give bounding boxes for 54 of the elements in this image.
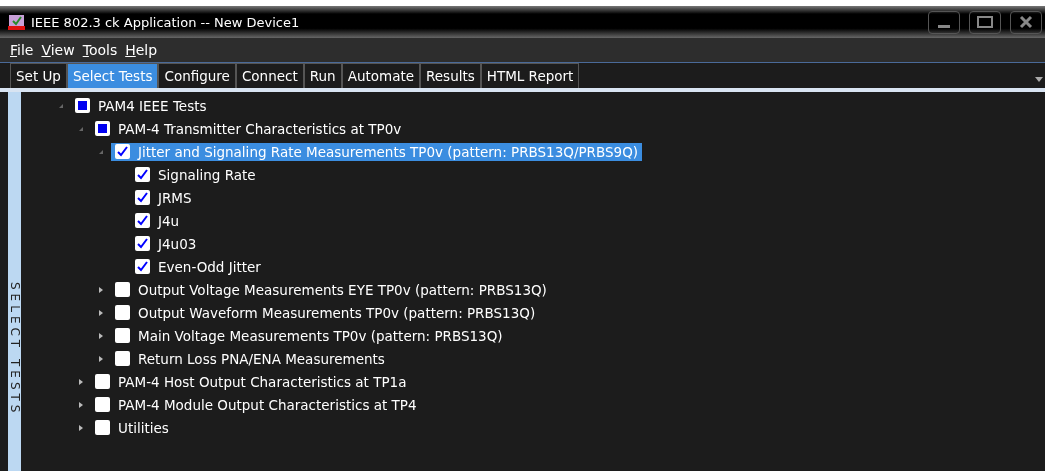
checkbox[interactable] bbox=[95, 420, 110, 435]
app-icon bbox=[8, 14, 25, 30]
checkbox[interactable] bbox=[115, 282, 130, 297]
tab[interactable]: Set Up bbox=[10, 63, 67, 88]
close-button[interactable] bbox=[1010, 10, 1042, 34]
tree-item[interactable]: PAM-4 Transmitter Characteristics at TP0v bbox=[91, 119, 406, 138]
checkbox[interactable] bbox=[95, 374, 110, 389]
expand-arrow-icon[interactable] bbox=[98, 331, 104, 340]
tree-item[interactable]: Output Voltage Measurements EYE TP0v (pattern: PRBS13Q) bbox=[111, 280, 551, 299]
tab[interactable]: Run bbox=[303, 63, 342, 88]
maximize-button[interactable] bbox=[969, 10, 1001, 34]
menu-item[interactable]: Tools bbox=[82, 42, 118, 58]
tab[interactable]: Connect bbox=[235, 63, 304, 88]
tree-item[interactable]: Main Voltage Measurements TP0v (pattern: PRBS13Q) bbox=[111, 326, 507, 345]
expand-arrow-icon[interactable] bbox=[78, 423, 84, 432]
caret-icon[interactable] bbox=[1035, 77, 1043, 82]
expand-arrow-icon[interactable] bbox=[78, 377, 84, 386]
tab[interactable]: HTML Report bbox=[480, 63, 580, 88]
checkbox[interactable] bbox=[115, 305, 130, 320]
tab[interactable]: Configure bbox=[158, 63, 236, 88]
checkbox[interactable] bbox=[115, 144, 130, 159]
tree-item[interactable]: J4u bbox=[131, 211, 184, 230]
menu-item[interactable]: File bbox=[10, 42, 34, 58]
checkbox[interactable] bbox=[135, 190, 150, 205]
tree-item[interactable]: J4u03 bbox=[131, 234, 201, 253]
tree-item[interactable]: Signaling Rate bbox=[131, 165, 260, 184]
expand-arrow-icon[interactable] bbox=[98, 285, 104, 294]
checkbox[interactable] bbox=[135, 259, 150, 274]
tree-item[interactable]: PAM4 IEEE Tests bbox=[71, 96, 211, 115]
side-label: SELECT TESTS bbox=[7, 282, 22, 419]
tab[interactable]: Automate bbox=[341, 63, 420, 88]
close-icon[interactable] bbox=[1019, 15, 1033, 29]
tree-item[interactable]: PAM-4 Module Output Characteristics at TP4 bbox=[91, 395, 421, 414]
checkbox[interactable] bbox=[115, 351, 130, 366]
minimize-button[interactable] bbox=[928, 10, 960, 34]
tree-item[interactable]: Utilities bbox=[91, 418, 173, 437]
tree-item[interactable]: JRMS bbox=[131, 188, 196, 207]
tree-item[interactable]: Output Waveform Measurements TP0v (pattern: PRBS13Q) bbox=[111, 303, 540, 322]
tab[interactable]: Results bbox=[420, 63, 481, 88]
checkbox[interactable] bbox=[135, 167, 150, 182]
tree-item[interactable]: Even-Odd Jitter bbox=[131, 257, 265, 276]
expand-arrow-icon[interactable] bbox=[78, 400, 84, 409]
checkbox[interactable] bbox=[115, 328, 130, 343]
tree-item[interactable]: Return Loss PNA/ENA Measurements bbox=[111, 349, 389, 368]
menu-item[interactable]: View bbox=[41, 42, 75, 58]
maximize-icon[interactable] bbox=[977, 16, 993, 28]
tree-item[interactable]: PAM-4 Host Output Characteristics at TP1a bbox=[91, 372, 411, 391]
expand-arrow-icon[interactable] bbox=[98, 308, 104, 317]
checkbox[interactable] bbox=[135, 236, 150, 251]
expand-arrow-icon[interactable] bbox=[98, 354, 104, 363]
menu-item[interactable]: Help bbox=[125, 42, 158, 58]
checkbox[interactable] bbox=[135, 213, 150, 228]
checkbox[interactable] bbox=[95, 397, 110, 412]
window-title: IEEE 802.3 ck Application -- New Device1 bbox=[31, 14, 300, 30]
